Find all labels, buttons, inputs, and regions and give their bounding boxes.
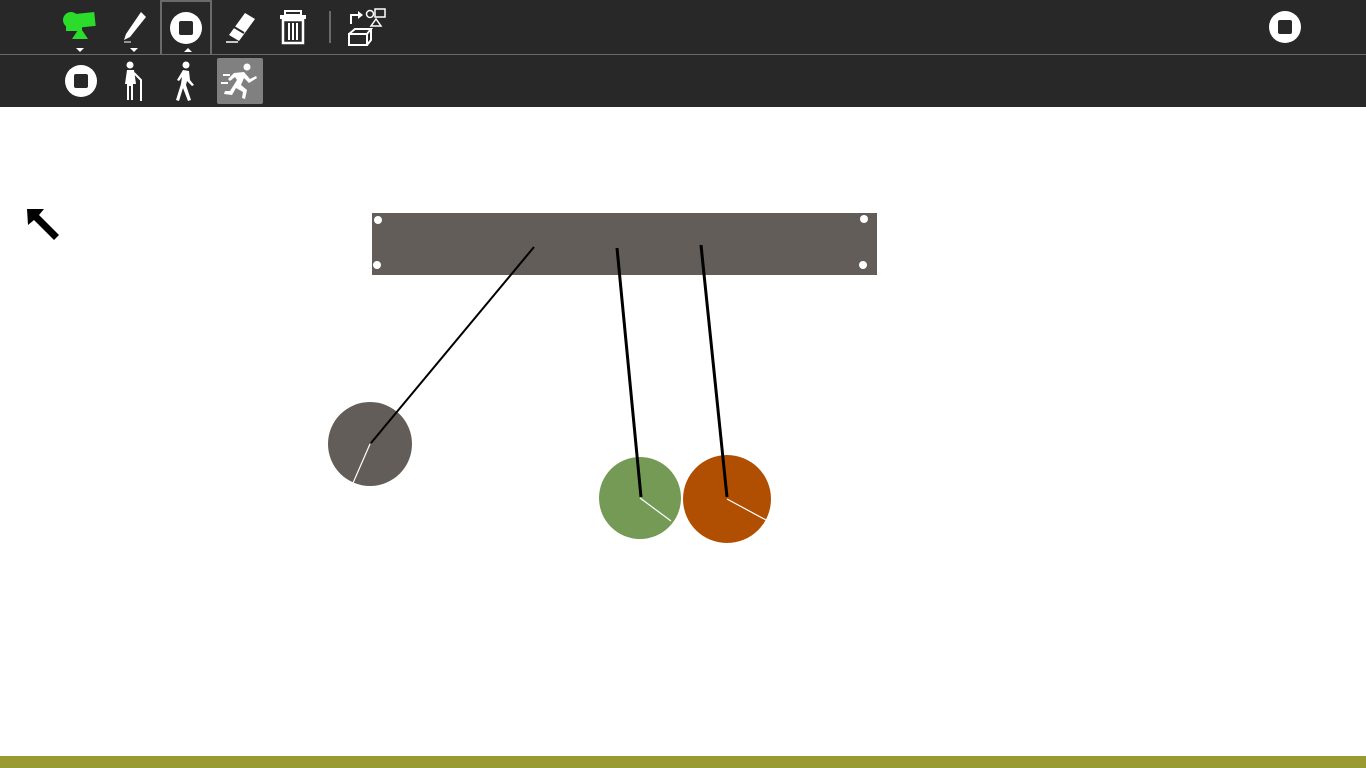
bottom-bar <box>0 756 1366 768</box>
eraser-button[interactable] <box>217 4 263 50</box>
stop-icon <box>1269 11 1301 43</box>
runner-icon <box>221 63 257 99</box>
activity-button[interactable] <box>57 4 103 52</box>
normal-speed-button[interactable] <box>162 58 208 104</box>
stop-button[interactable] <box>160 0 212 54</box>
physics-canvas[interactable] <box>0 107 1366 756</box>
fast-speed-button[interactable] <box>217 58 263 104</box>
trash-button[interactable] <box>270 4 316 50</box>
beam-handle[interactable] <box>374 216 382 224</box>
chevron-down-icon <box>76 48 84 52</box>
sub-toolbar <box>0 54 1366 107</box>
arrow-up-left-icon <box>27 209 59 240</box>
chevron-up-icon <box>184 48 192 52</box>
pen-icon <box>124 12 146 43</box>
eraser-icon <box>226 13 255 43</box>
beam-handle[interactable] <box>373 261 381 269</box>
beam[interactable] <box>372 213 877 275</box>
stop-icon <box>65 65 97 97</box>
stop-button-right[interactable] <box>1262 4 1308 50</box>
walker-icon <box>176 61 194 101</box>
export-objects-button[interactable] <box>343 4 389 50</box>
rope[interactable] <box>370 246 535 444</box>
main-toolbar <box>0 0 1366 54</box>
beam-handle[interactable] <box>859 261 867 269</box>
slow-speed-button[interactable] <box>110 58 156 104</box>
trash-icon <box>280 10 306 45</box>
stop-speed-button[interactable] <box>58 58 104 104</box>
export-objects-icon <box>348 8 386 46</box>
slow-walker-icon <box>125 61 142 101</box>
beam-handle[interactable] <box>860 215 868 223</box>
activity-icon <box>63 11 96 39</box>
toolbar-divider <box>329 11 331 43</box>
chevron-down-icon <box>130 48 138 52</box>
scene <box>27 209 877 543</box>
stop-icon <box>170 12 202 44</box>
pen-button[interactable] <box>111 4 157 52</box>
